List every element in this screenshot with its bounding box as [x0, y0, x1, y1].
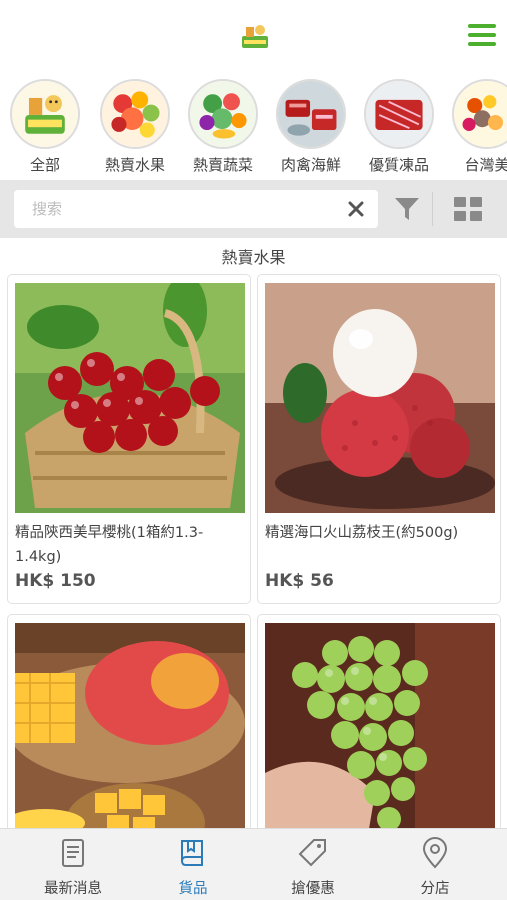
fruit-icon: [102, 81, 168, 147]
category-label: 熱賣水果: [104, 156, 165, 174]
taiwan-food-icon: [454, 81, 507, 147]
category-hot-fruit[interactable]: 熱賣水果: [96, 79, 174, 175]
location-pin-icon: [422, 837, 448, 869]
category-label: 優質凍品: [368, 156, 429, 174]
category-hot-vegetables[interactable]: 熱賣蔬菜: [184, 79, 262, 175]
app-header: [0, 0, 507, 70]
product-name: 精品陝西美早櫻桃(1箱約1.3-1.4kg): [15, 525, 204, 565]
section-title: 熱賣水果: [221, 248, 286, 267]
nav-label: 最新消息: [44, 881, 102, 897]
cherries-image: [15, 283, 245, 513]
news-icon: [62, 839, 84, 867]
category-label: 台灣美: [464, 156, 507, 174]
category-strip: 全部 熱賣水果 熱賣蔬菜 肉禽海鮮 優質凍品 台灣美: [0, 75, 507, 180]
product-card[interactable]: [7, 614, 251, 828]
search-input[interactable]: [32, 198, 332, 220]
nav-news[interactable]: 最新消息: [10, 829, 136, 900]
farm-logo-icon: [12, 81, 78, 147]
category-taiwan[interactable]: 台灣美: [448, 79, 507, 175]
hamburger-menu-icon[interactable]: [468, 24, 496, 46]
close-icon[interactable]: [348, 201, 364, 217]
search-toolbar: [0, 180, 507, 238]
nav-label: 搶優惠: [291, 881, 335, 897]
nav-products[interactable]: 貨品: [130, 829, 256, 900]
book-icon: [181, 840, 203, 866]
meat-seafood-icon: [278, 81, 344, 147]
product-price: HK$ 56: [265, 571, 334, 591]
mango-image: [15, 623, 245, 828]
lychee-image: [265, 283, 495, 513]
category-label: 肉禽海鮮: [280, 156, 341, 174]
toolbar-divider: [432, 192, 433, 226]
nav-label: 貨品: [178, 881, 208, 897]
product-name: 精選海口火山荔枝王(約500g): [265, 525, 459, 541]
product-card[interactable]: 精選海口火山荔枝王(約500g) HK$ 56: [257, 274, 501, 604]
category-label: 熱賣蔬菜: [192, 156, 253, 174]
bottom-nav: 最新消息 貨品 搶優惠 分店: [0, 828, 507, 900]
filter-icon[interactable]: [394, 196, 420, 222]
category-meat-seafood[interactable]: 肉禽海鮮: [272, 79, 350, 175]
tag-icon: [298, 839, 326, 867]
category-label: 全部: [29, 156, 60, 174]
grapes-image: [265, 623, 495, 828]
search-box: [14, 190, 378, 228]
farm-logo-icon[interactable]: [240, 22, 270, 50]
nav-branches[interactable]: 分店: [372, 829, 498, 900]
grid-view-icon[interactable]: [453, 196, 483, 222]
product-grid: 精品陝西美早櫻桃(1箱約1.3-1.4kg) HK$ 150 精選海口火山荔枝王: [0, 272, 507, 828]
product-card[interactable]: 精品陝西美早櫻桃(1箱約1.3-1.4kg) HK$ 150: [7, 274, 251, 604]
nav-deals[interactable]: 搶優惠: [250, 829, 376, 900]
nav-label: 分店: [420, 881, 450, 897]
vegetable-icon: [190, 81, 256, 147]
frozen-meat-icon: [366, 81, 432, 147]
product-card[interactable]: [257, 614, 501, 828]
category-frozen[interactable]: 優質凍品: [360, 79, 438, 175]
product-price: HK$ 150: [15, 571, 96, 591]
category-all[interactable]: 全部: [6, 79, 84, 175]
